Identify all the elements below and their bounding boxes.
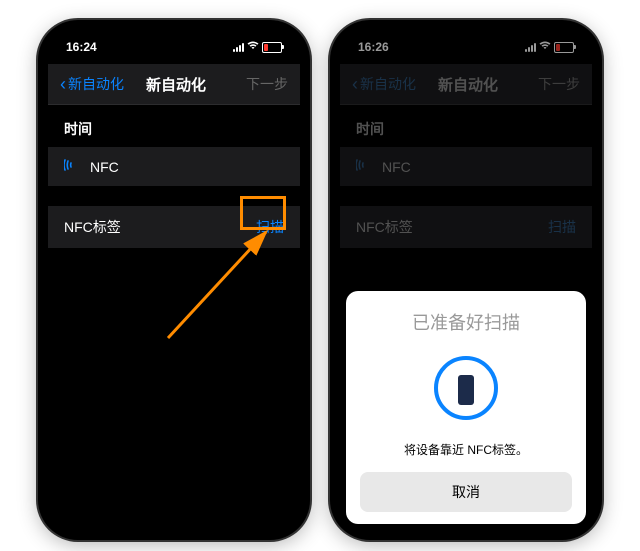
back-label: 新自动化 <box>68 74 124 94</box>
nav-bar: ‹ 新自动化 新自动化 下一步 <box>48 64 300 105</box>
phone-frame-left: 16:24 ‹ 新自动化 新自动化 下一步 时间 <box>38 20 310 540</box>
signal-icon <box>233 43 244 52</box>
content: 时间 NFC NFC标签 扫描 <box>48 105 300 248</box>
nfc-tag-label: NFC标签 <box>64 217 256 237</box>
screen-left: 16:24 ‹ 新自动化 新自动化 下一步 时间 <box>48 30 300 530</box>
phone-nfc-icon <box>360 353 572 423</box>
wifi-icon <box>247 41 259 53</box>
back-button[interactable]: ‹ 新自动化 <box>60 74 124 95</box>
cancel-button[interactable]: 取消 <box>360 472 572 512</box>
notch <box>114 30 234 52</box>
sheet-message: 将设备靠近 NFC标签。 <box>360 441 572 458</box>
nfc-label: NFC <box>90 159 284 175</box>
phone-frame-right: 16:26 ‹ 新自动化 新自动化 下一步 时间 <box>330 20 602 540</box>
nfc-scan-sheet: 已准备好扫描 将设备靠近 NFC标签。 取消 <box>346 291 586 524</box>
nfc-icon <box>64 158 80 175</box>
screen-right: 16:26 ‹ 新自动化 新自动化 下一步 时间 <box>340 30 592 530</box>
battery-icon <box>262 42 282 53</box>
notch <box>406 30 526 52</box>
sheet-title: 已准备好扫描 <box>360 309 572 335</box>
status-time: 16:24 <box>66 40 116 54</box>
nfc-cell[interactable]: NFC <box>48 147 300 186</box>
next-button[interactable]: 下一步 <box>228 74 288 94</box>
chevron-left-icon: ‹ <box>60 74 66 95</box>
section-header-time: 时间 <box>48 105 300 147</box>
nfc-tag-cell[interactable]: NFC标签 扫描 <box>48 206 300 248</box>
scan-button[interactable]: 扫描 <box>256 217 284 237</box>
nav-title: 新自动化 <box>146 74 206 95</box>
